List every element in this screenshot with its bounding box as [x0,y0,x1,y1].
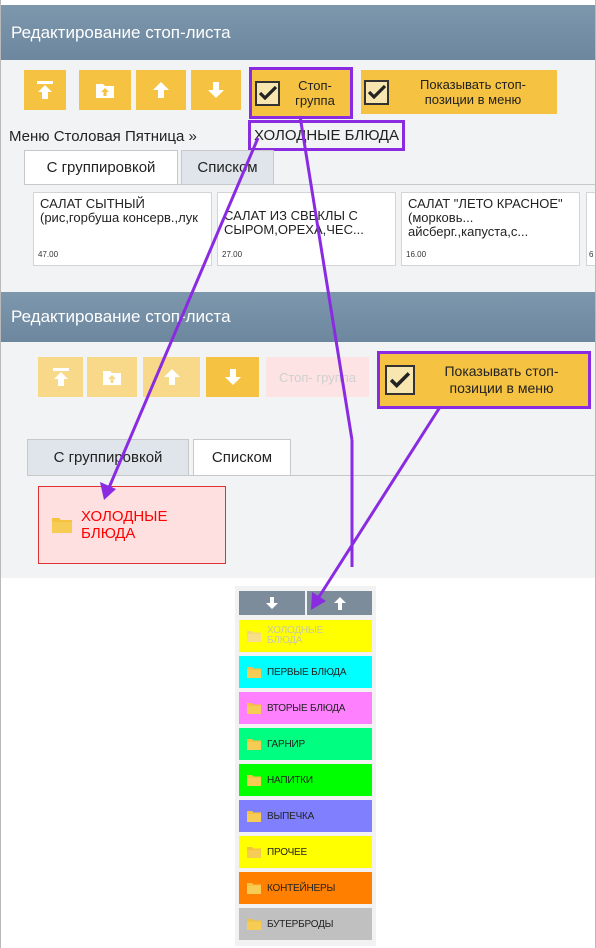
annotation-line-2 [298,115,354,441]
annotation-arrowhead-4 [311,592,326,610]
annotation-arrowhead-1 [100,482,116,500]
annotation-arrow-4 [315,406,442,601]
annotation-arrows [100,115,442,610]
annotation-arrow-1 [106,137,260,491]
